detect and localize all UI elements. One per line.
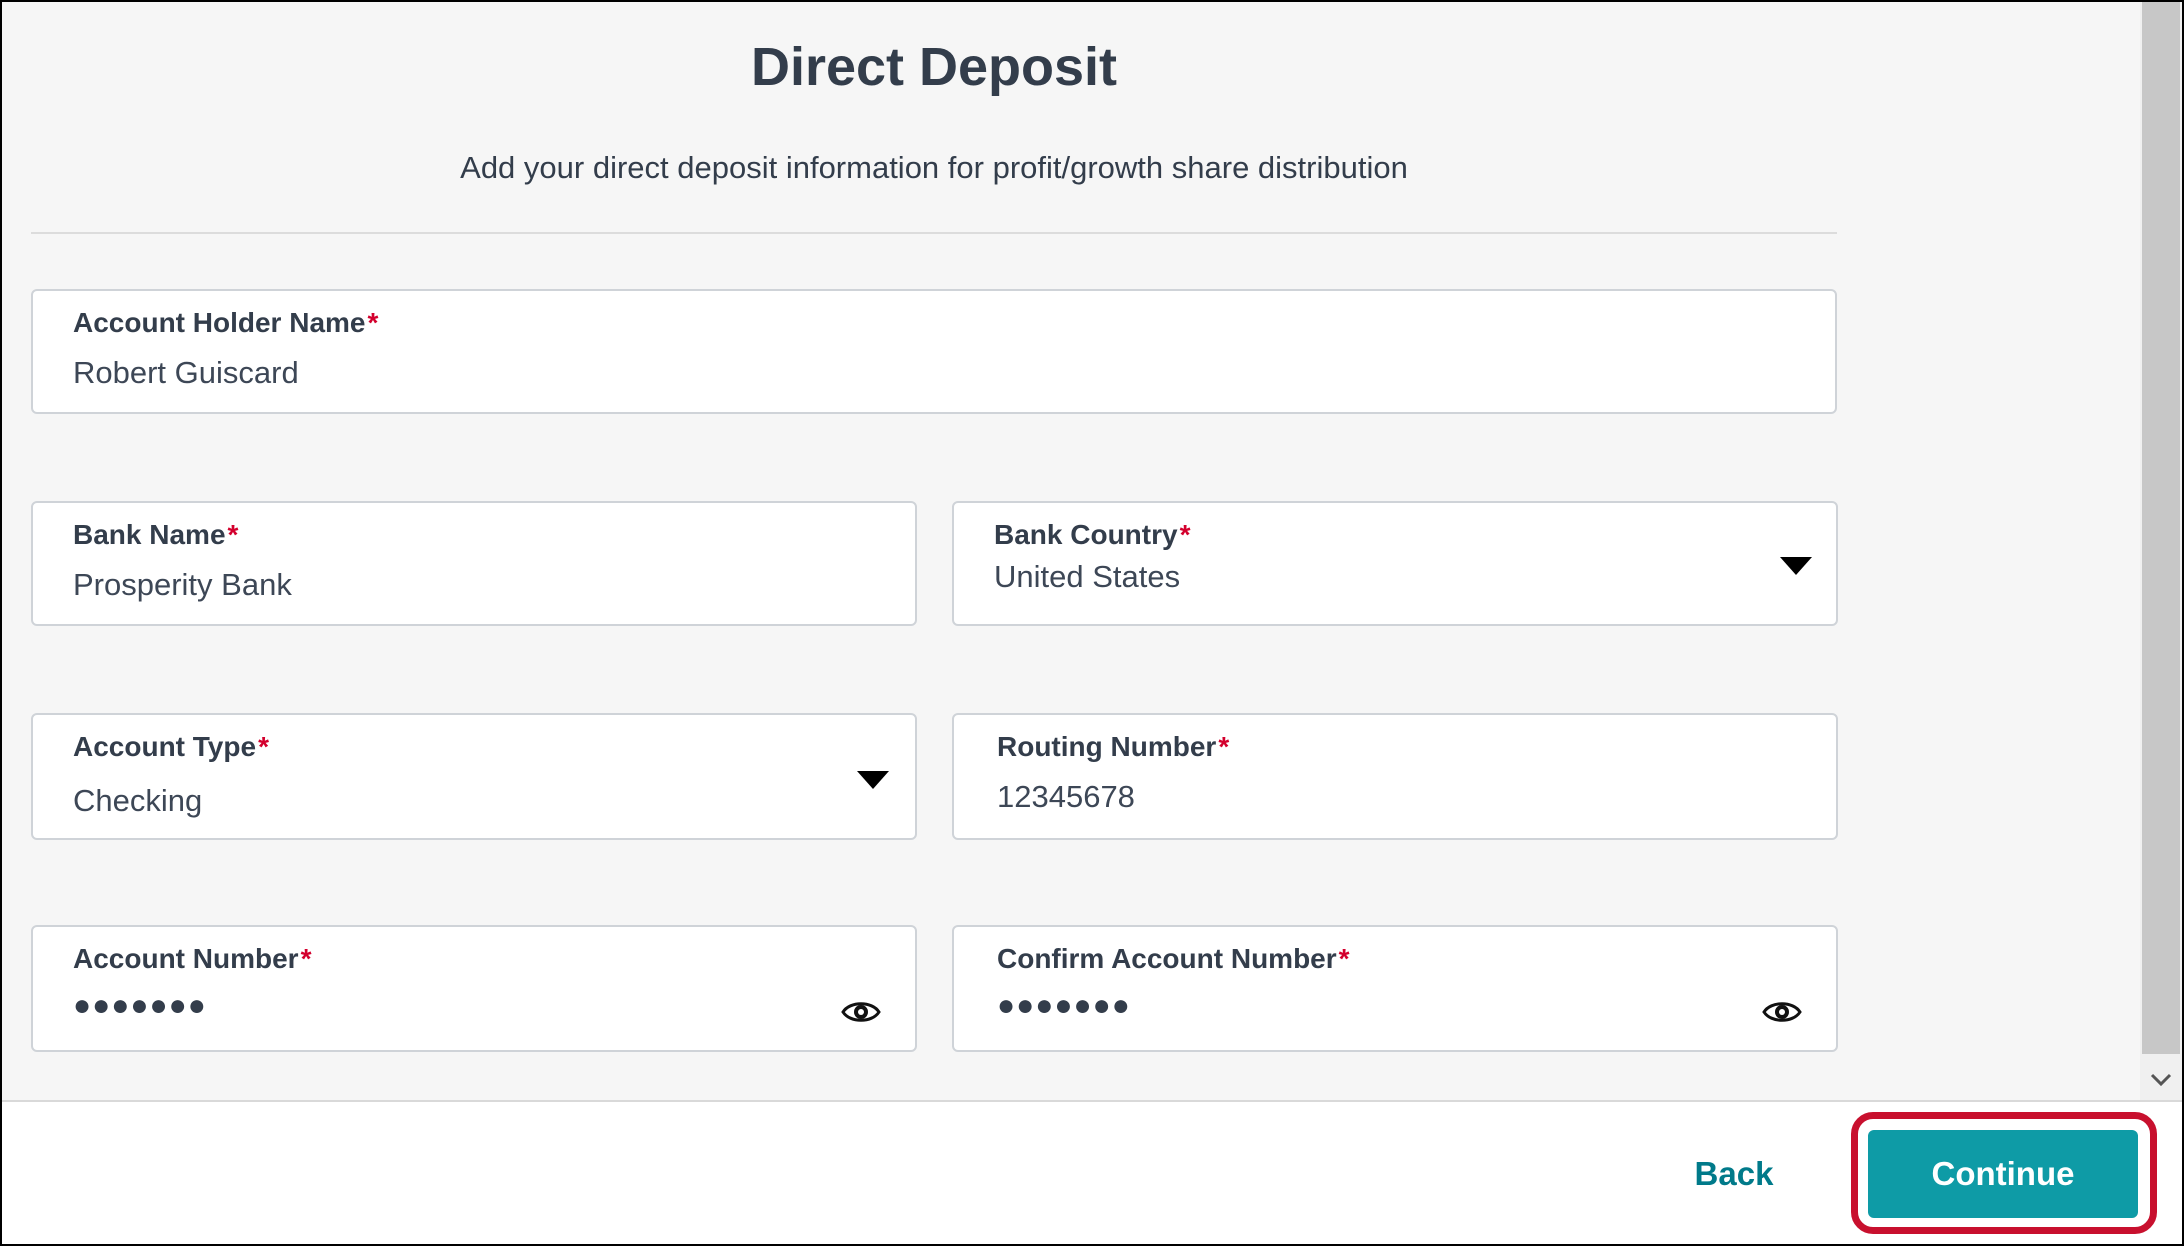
scroll-down-button[interactable] <box>2142 1064 2180 1096</box>
chevron-down-icon <box>2150 1073 2172 1087</box>
routing-number-label: Routing Number* <box>997 731 1230 762</box>
confirm-account-number-label: Confirm Account Number* <box>997 943 1350 974</box>
required-marker: * <box>367 307 379 338</box>
page-subtitle: Add your direct deposit information for … <box>460 150 1408 185</box>
confirm-account-number-input[interactable]: ●●●●●●● <box>997 989 1131 1023</box>
continue-button[interactable]: Continue <box>1868 1130 2138 1218</box>
routing-number-field[interactable]: Routing Number* 12345678 <box>952 713 1838 840</box>
account-holder-name-input[interactable]: Robert Guiscard <box>73 355 299 391</box>
account-number-input[interactable]: ●●●●●●● <box>73 989 207 1023</box>
app-window: Direct Deposit Add your direct deposit i… <box>0 0 2184 1246</box>
bank-name-field[interactable]: Bank Name* Prosperity Bank <box>31 501 917 626</box>
bank-country-label: Bank Country* <box>994 519 1191 550</box>
page-title: Direct Deposit <box>750 37 1118 97</box>
account-holder-name-label: Account Holder Name* <box>73 307 379 338</box>
vertical-scrollbar[interactable] <box>2140 2 2182 1100</box>
bank-country-select[interactable]: Bank Country* United States <box>952 501 1838 626</box>
footer-bar: Back Continue <box>2 1100 2182 1244</box>
required-marker: * <box>1179 519 1191 550</box>
required-marker: * <box>258 731 269 762</box>
form-scroll-area: Direct Deposit Add your direct deposit i… <box>2 2 2140 1100</box>
required-marker: * <box>1218 731 1230 762</box>
account-type-value: Checking <box>73 783 203 818</box>
routing-number-input[interactable]: 12345678 <box>997 779 1135 815</box>
caret-down-icon[interactable] <box>857 771 889 789</box>
bank-name-label: Bank Name* <box>73 519 239 550</box>
account-holder-name-field[interactable]: Account Holder Name* Robert Guiscard <box>31 289 1837 414</box>
bank-country-value: United States <box>994 559 1181 594</box>
required-marker: * <box>227 519 239 550</box>
account-number-label: Account Number* <box>73 943 312 974</box>
section-divider <box>31 232 1837 234</box>
account-number-field[interactable]: Account Number* ●●●●●●● <box>31 925 917 1052</box>
required-marker: * <box>300 943 312 974</box>
eye-icon[interactable] <box>841 997 881 1027</box>
account-type-select[interactable]: Account Type* Checking <box>31 713 917 840</box>
confirm-account-number-field[interactable]: Confirm Account Number* ●●●●●●● <box>952 925 1838 1052</box>
scrollbar-thumb[interactable] <box>2142 2 2180 1054</box>
eye-icon[interactable] <box>1762 997 1802 1027</box>
caret-down-icon[interactable] <box>1780 557 1812 575</box>
account-type-label: Account Type* <box>73 731 269 762</box>
bank-name-input[interactable]: Prosperity Bank <box>73 567 292 603</box>
back-button[interactable]: Back <box>1674 1146 1794 1202</box>
required-marker: * <box>1338 943 1350 974</box>
